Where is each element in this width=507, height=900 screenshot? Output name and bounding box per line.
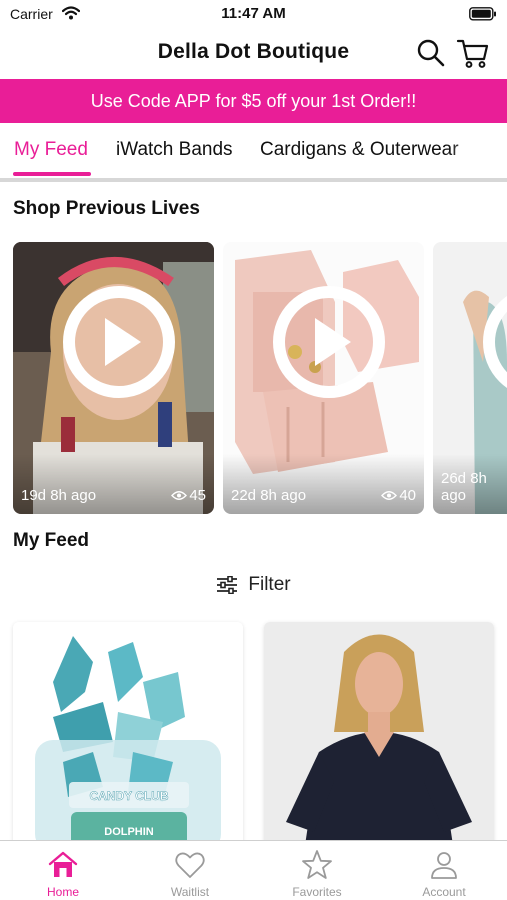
- tab-cardigans-outerwear[interactable]: Cardigans & Outerwear: [260, 139, 459, 161]
- live-age: 22d 8h ago: [231, 487, 307, 504]
- tabs-divider: [0, 178, 507, 182]
- filter-label: Filter: [248, 574, 291, 595]
- nav-bar: Della Dot Boutique: [0, 28, 507, 78]
- clock: 11:47 AM: [221, 5, 286, 22]
- live-age: 19d 8h ago: [21, 487, 97, 504]
- cart-icon[interactable]: [456, 36, 490, 70]
- sliders-icon: [217, 576, 238, 594]
- tab-my-feed[interactable]: My Feed: [14, 139, 88, 161]
- card-shade: [223, 454, 424, 514]
- tab-fade: [447, 123, 507, 179]
- tab-waitlist-label: Waitlist: [170, 885, 210, 899]
- card-shade: [13, 454, 214, 514]
- tab-favorites[interactable]: Favorites: [254, 841, 380, 900]
- tab-home[interactable]: Home: [0, 841, 126, 900]
- view-count: 45: [171, 487, 206, 504]
- live-video-card[interactable]: 22d 8h ago 40: [223, 242, 424, 514]
- live-video-card[interactable]: 19d 8h ago 45: [13, 242, 214, 514]
- status-bar: Carrier 11:47 AM: [0, 0, 507, 28]
- promo-banner[interactable]: Use Code APP for $5 off your 1st Order!!: [0, 79, 507, 123]
- play-icon[interactable]: [273, 286, 385, 398]
- home-icon: [48, 851, 78, 877]
- star-icon: [302, 850, 332, 879]
- jar-flavor-label: DOLPHIN: [104, 826, 154, 838]
- person-icon: [431, 852, 457, 879]
- product-card[interactable]: [264, 622, 494, 852]
- view-count-value: 45: [189, 487, 206, 504]
- eye-icon: [171, 491, 188, 500]
- tab-waitlist[interactable]: Waitlist: [127, 841, 253, 900]
- product-image: [264, 622, 494, 852]
- product-card[interactable]: CANDY CLUB DOLPHIN: [13, 622, 243, 852]
- live-video-card[interactable]: 26d 8h ago: [433, 242, 507, 514]
- tab-account[interactable]: Account: [381, 841, 507, 900]
- view-count-value: 40: [399, 487, 416, 504]
- previous-lives-heading: Shop Previous Lives: [13, 198, 200, 219]
- heart-icon: [175, 852, 205, 878]
- view-count: 40: [381, 487, 416, 504]
- category-tabs: My Feed iWatch Bands Cardigans & Outerwe…: [0, 123, 507, 179]
- play-icon[interactable]: [63, 286, 175, 398]
- bottom-tab-bar: Home Waitlist Favorites Account: [0, 840, 507, 900]
- filter-button[interactable]: Filter: [0, 574, 507, 604]
- tab-iwatch-bands[interactable]: iWatch Bands: [116, 139, 233, 161]
- tab-account-label: Account: [422, 885, 466, 899]
- product-image: CANDY CLUB DOLPHIN: [13, 622, 243, 852]
- feed-heading: My Feed: [13, 530, 90, 551]
- tab-favorites-label: Favorites: [292, 885, 342, 899]
- jar-brand-label: CANDY CLUB: [89, 789, 168, 803]
- eye-icon: [381, 491, 398, 500]
- live-age: 26d 8h ago: [441, 470, 487, 504]
- search-icon[interactable]: [416, 38, 446, 68]
- battery-icon: [469, 7, 496, 21]
- active-tab-indicator: [13, 172, 91, 176]
- tab-home-label: Home: [46, 885, 79, 899]
